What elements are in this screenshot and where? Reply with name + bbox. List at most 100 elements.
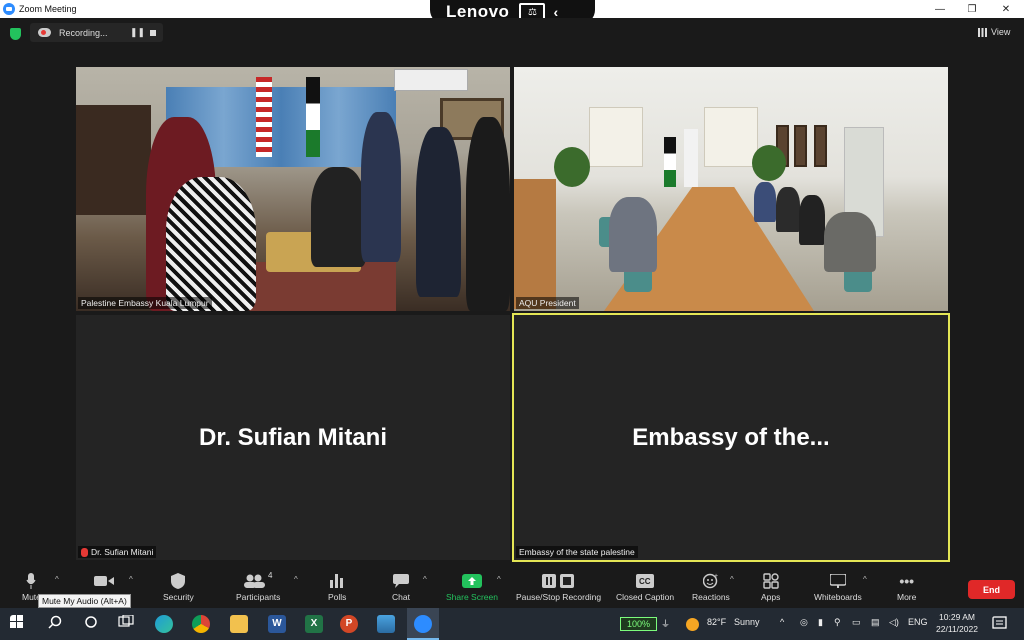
plug-icon: ⏚	[661, 619, 671, 629]
video-options-caret-icon[interactable]: ^	[129, 575, 133, 584]
whiteboards-label: Whiteboards	[814, 592, 862, 602]
seated-man	[824, 212, 876, 272]
wooden-cabinet	[514, 179, 556, 309]
clock-date: 22/11/2022	[936, 624, 978, 634]
video-camera-icon	[94, 572, 114, 589]
zoom-app-icon	[3, 3, 15, 15]
tile-label: Palestine Embassy Kuala Lumpur	[78, 297, 212, 309]
tile-label: Dr. Sufian Mitani	[78, 545, 157, 558]
polls-button[interactable]: Polls	[328, 572, 346, 602]
recording-label: Recording...	[59, 27, 108, 38]
potted-plant	[752, 145, 786, 181]
task-view-icon[interactable]	[118, 615, 136, 633]
windows-start-icon[interactable]	[10, 615, 28, 633]
close-button[interactable]: ✕	[990, 0, 1022, 18]
display-icon[interactable]: ▤	[871, 617, 880, 628]
video-tile-aqu-president[interactable]: AQU President	[514, 67, 948, 311]
person-suit	[416, 127, 461, 297]
weather-condition[interactable]: Sunny	[734, 617, 760, 627]
whiteboards-caret-icon[interactable]: ^	[863, 575, 867, 584]
view-button[interactable]: View	[978, 27, 1010, 37]
photos-icon[interactable]	[377, 615, 395, 633]
edge-browser-icon[interactable]	[155, 615, 173, 633]
person-standing	[361, 112, 401, 262]
chat-caret-icon[interactable]: ^	[423, 575, 427, 584]
share-caret-icon[interactable]: ^	[497, 575, 501, 584]
security-button[interactable]: Security	[163, 572, 194, 602]
pause-stop-icons	[541, 572, 576, 589]
language-indicator[interactable]: ENG	[908, 617, 928, 627]
microphone-icon	[26, 572, 37, 589]
seated-man-signing	[609, 197, 657, 272]
polls-label: Polls	[328, 592, 347, 602]
stop-recording-icon[interactable]	[150, 30, 156, 36]
microphone-tray-icon[interactable]: ▮	[818, 617, 823, 628]
share-screen-icon	[461, 572, 482, 589]
network-icon[interactable]: ◎	[800, 617, 808, 628]
end-meeting-button[interactable]: End	[968, 580, 1015, 599]
meeting-area: Recording... ❚❚ View Palestine Embassy K…	[0, 18, 1024, 568]
grid-icon	[978, 27, 987, 37]
sun-weather-icon[interactable]	[686, 618, 699, 631]
person-houndstooth	[166, 177, 256, 311]
closed-caption-label: Closed Caption	[616, 592, 675, 602]
polls-bar-icon	[330, 572, 344, 589]
view-label: View	[991, 27, 1011, 37]
more-dots-icon: •••	[899, 572, 915, 589]
audio-options-caret-icon[interactable]: ^	[55, 575, 59, 584]
security-label: Security	[163, 592, 194, 602]
chat-button[interactable]: Chat	[392, 572, 410, 602]
battery-tray-icon[interactable]: ▭	[852, 617, 861, 628]
encryption-shield-icon[interactable]	[10, 28, 21, 40]
seated-man	[799, 195, 825, 245]
apps-button[interactable]: Apps	[761, 572, 780, 602]
participants-caret-icon[interactable]: ^	[294, 575, 298, 584]
bookshelf	[76, 105, 151, 215]
apps-icon	[762, 572, 779, 589]
tray-chevron-icon[interactable]: ^	[780, 617, 784, 627]
seated-man	[776, 187, 800, 232]
svg-text:CC: CC	[639, 577, 651, 586]
chrome-browser-icon[interactable]	[192, 615, 210, 633]
share-screen-label: Share Screen	[446, 592, 498, 602]
mute-tooltip: Mute My Audio (Alt+A)	[38, 594, 131, 608]
reactions-caret-icon[interactable]: ^	[730, 575, 734, 584]
maximize-button[interactable]: ❐	[956, 0, 988, 18]
reactions-button[interactable]: + Reactions	[692, 572, 730, 603]
window-title: Zoom Meeting	[19, 4, 77, 14]
video-tile-embassy-state-palestine[interactable]: Embassy of the... Embassy of the state p…	[512, 313, 950, 562]
more-button[interactable]: ••• More	[897, 572, 916, 603]
clock[interactable]: 10:29 AM 22/11/2022	[932, 611, 982, 635]
participants-icon: 4	[243, 571, 272, 589]
wall-portrait	[794, 125, 807, 167]
tile-label: AQU President	[516, 297, 579, 309]
zoom-taskbar-icon	[414, 615, 432, 633]
word-icon[interactable]: W	[268, 615, 286, 633]
meeting-toolbar: Mute ^ ^ Security 4 Participants ^ Polls…	[0, 568, 1024, 608]
potted-plant	[554, 147, 590, 187]
window-blind	[704, 107, 758, 167]
participants-button[interactable]: 4 Participants	[236, 571, 280, 602]
cortana-icon[interactable]	[84, 615, 102, 633]
usb-icon[interactable]: ⚲	[834, 617, 841, 628]
powerpoint-icon[interactable]: P	[340, 615, 358, 633]
video-tile-sufian-mitani[interactable]: Dr. Sufian Mitani Dr. Sufian Mitani	[76, 315, 510, 560]
video-button[interactable]	[94, 572, 114, 592]
video-tile-embassy-kuala-lumpur[interactable]: Palestine Embassy Kuala Lumpur	[76, 67, 510, 311]
whiteboards-button[interactable]: Whiteboards	[814, 572, 862, 602]
temperature[interactable]: 82°F	[707, 617, 726, 627]
zoom-taskbar-item[interactable]	[407, 608, 439, 640]
pause-recording-icon[interactable]: ❚❚	[130, 27, 145, 38]
search-icon[interactable]	[48, 615, 66, 633]
wall-portrait	[814, 125, 827, 167]
reactions-emoji-icon: +	[702, 572, 719, 589]
pause-stop-recording-button[interactable]: Pause/Stop Recording	[516, 572, 601, 602]
closed-caption-button[interactable]: CC Closed Caption	[616, 572, 674, 602]
notifications-icon[interactable]	[992, 616, 1010, 634]
volume-icon[interactable]: ◁)	[889, 617, 899, 628]
share-screen-button[interactable]: Share Screen	[446, 572, 498, 602]
battery-indicator[interactable]: 100%	[620, 617, 657, 631]
minimize-button[interactable]: —	[924, 0, 956, 18]
file-explorer-icon[interactable]	[230, 615, 248, 633]
excel-icon[interactable]: X	[305, 615, 323, 633]
